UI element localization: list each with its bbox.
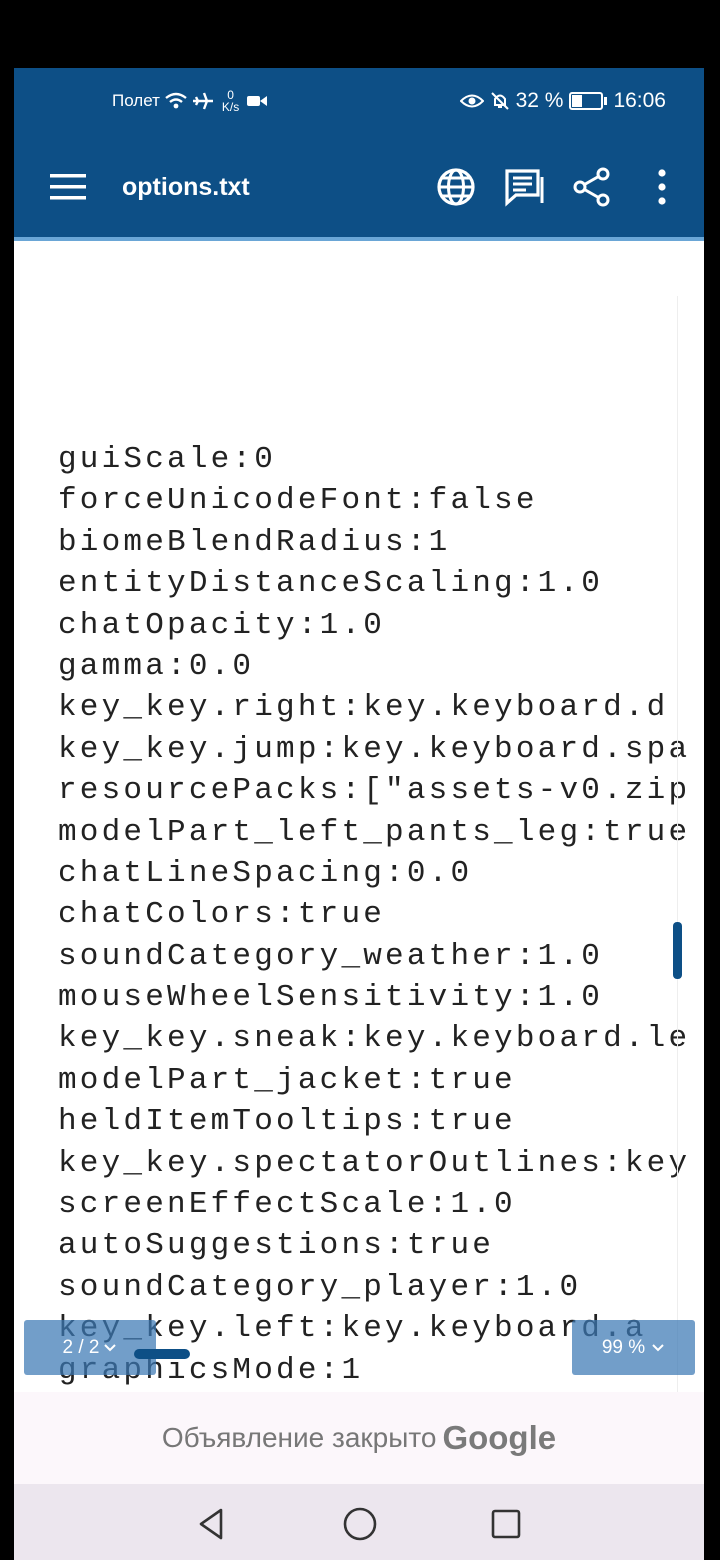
globe-icon: [434, 165, 478, 209]
ad-banner[interactable]: Объявление закрыто Google: [14, 1392, 704, 1484]
network-speed-value: 0: [227, 87, 234, 102]
battery-icon: [569, 91, 608, 110]
google-brand: Google: [442, 1419, 557, 1456]
page-indicator-label: 2 / 2: [62, 1336, 100, 1358]
status-right: 32 % 16:06: [454, 68, 666, 133]
bell-off-icon: [490, 91, 510, 111]
network-speed-unit: K/s: [221, 99, 240, 114]
zoom-level-label: 99 %: [601, 1336, 646, 1358]
text-line: modelPart_jacket:true: [58, 1062, 516, 1098]
text-line: forceUnicodeFont:false: [58, 483, 538, 519]
reader-mode-button[interactable]: [502, 165, 546, 209]
recent-apps-button[interactable]: [486, 1504, 526, 1544]
navigation-bar: [14, 1484, 704, 1560]
text-line: screenEffectScale:1.0: [58, 1187, 516, 1223]
home-button[interactable]: [340, 1504, 380, 1544]
wifi-icon: [164, 91, 188, 111]
menu-button[interactable]: [48, 165, 92, 209]
network-speed: 0 K/s: [222, 89, 239, 113]
reader-icon: [502, 165, 546, 209]
airplane-icon: [192, 91, 214, 111]
text-line: key_key.sneak:key.keyboard.le: [58, 1021, 691, 1057]
status-left: Полет 0 K/s: [112, 68, 268, 133]
text-line: guiScale:0: [58, 442, 277, 477]
back-icon: [192, 1504, 232, 1544]
app-bar: options.txt: [14, 133, 704, 241]
text-line: modelPart_left_pants_leg:true: [58, 814, 691, 850]
share-button[interactable]: [570, 165, 614, 209]
text-line: mouseWheelSensitivity:1.0: [58, 980, 604, 1016]
zoom-indicator[interactable]: 99 %: [572, 1320, 695, 1375]
scrollbar-thumb[interactable]: [673, 922, 682, 979]
chevron-down-icon: [103, 1343, 117, 1353]
text-line: biomeBlendRadius:1: [58, 524, 451, 560]
file-content[interactable]: guiScale:0 forceUnicodeFont:false biomeB…: [14, 241, 704, 1392]
home-icon: [340, 1504, 380, 1544]
airplane-mode-label: Полет: [112, 90, 160, 110]
menu-icon: [48, 165, 92, 209]
more-options-button[interactable]: [640, 165, 684, 209]
text-line: chatOpacity:1.0: [58, 607, 386, 643]
text-line: soundCategory_player:1.0: [58, 1269, 582, 1305]
recent-apps-icon: [486, 1504, 526, 1544]
chevron-down-icon: [651, 1343, 665, 1353]
camera-icon: [247, 94, 268, 108]
clock: 16:06: [613, 88, 666, 112]
text-line: heldItemTooltips:true: [58, 1104, 516, 1140]
scroll-track: [677, 296, 678, 1392]
eye-icon: [459, 93, 484, 109]
globe-button[interactable]: [434, 165, 478, 209]
text-line: gamma:0.0: [58, 648, 255, 684]
text-line: entityDistanceScaling:1.0: [58, 566, 604, 602]
phone-screen: Полет 0 K/s 32 % 16:06 options.txt guiSc…: [14, 68, 704, 1560]
share-icon: [570, 165, 614, 209]
page-indicator[interactable]: 2 / 2: [24, 1320, 156, 1375]
file-title: options.txt: [122, 172, 250, 201]
status-bar: Полет 0 K/s 32 % 16:06: [14, 68, 704, 133]
battery-text: 32 %: [515, 88, 564, 112]
text-line: key_key.jump:key.keyboard.spa: [58, 731, 691, 767]
more-vert-icon: [640, 165, 684, 209]
back-button[interactable]: [192, 1504, 232, 1544]
text-line: resourcePacks:["assets-v0.zip: [58, 773, 691, 809]
page-progress-bar: [134, 1349, 190, 1359]
text-line: chatColors:true: [58, 897, 386, 933]
text-lines: guiScale:0 forceUnicodeFont:false biomeB…: [58, 439, 690, 1391]
ad-closed-text: Объявление закрыто: [161, 1422, 437, 1453]
text-line: key_key.right:key.keyboard.d: [58, 690, 669, 726]
text-line: soundCategory_weather:1.0: [58, 938, 604, 974]
text-line: key_key.spectatorOutlines:key: [58, 1145, 691, 1181]
text-line: autoSuggestions:true: [58, 1228, 495, 1264]
text-line: chatLineSpacing:0.0: [58, 855, 473, 891]
